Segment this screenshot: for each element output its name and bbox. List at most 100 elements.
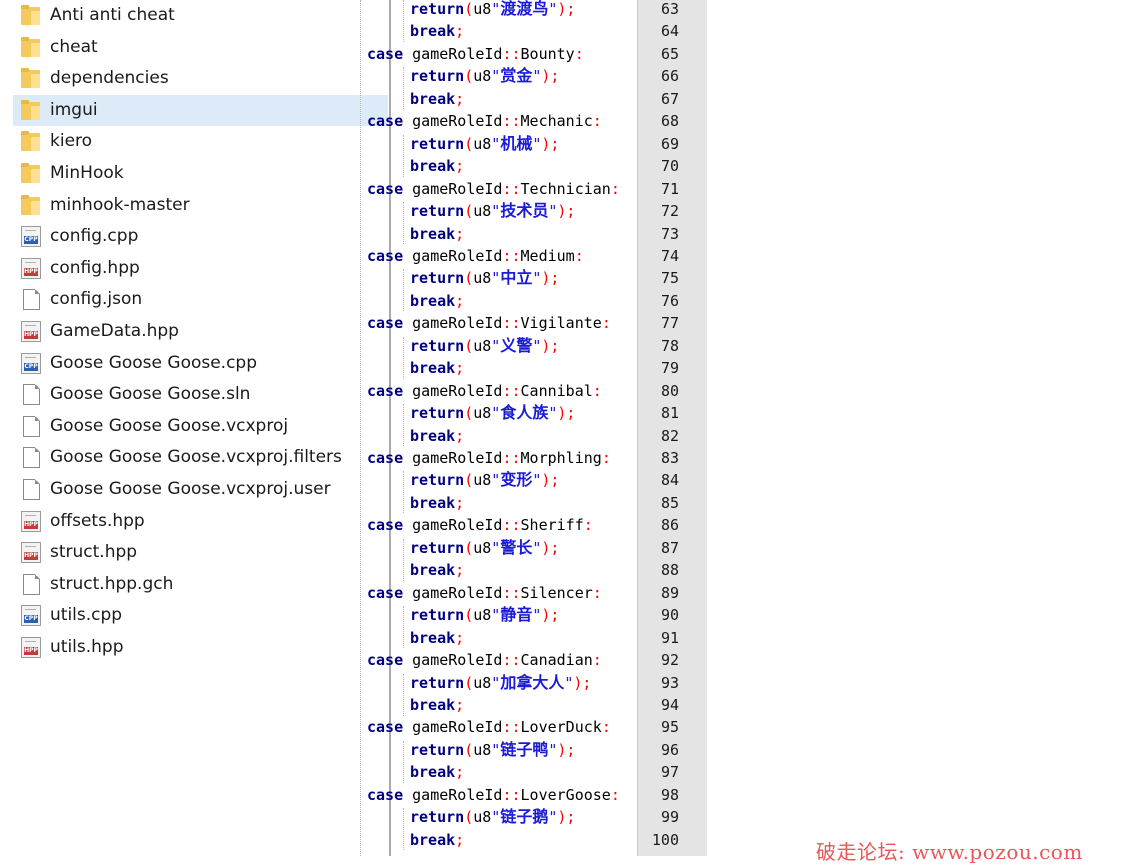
file-item[interactable]: Anti anti cheat: [13, 0, 388, 31]
keyword: break: [410, 696, 456, 714]
code-line: break;: [410, 761, 464, 783]
identifier: Mechanic: [520, 112, 593, 130]
file-name: Goose Goose Goose.vcxproj.user: [50, 479, 331, 499]
file-name: MinHook: [50, 163, 124, 183]
identifier: gameRoleId: [412, 584, 503, 602]
hpp-file-icon: HPP: [21, 511, 41, 532]
file-item[interactable]: cheat: [13, 32, 388, 63]
line-number: 84: [660, 471, 679, 489]
identifier: u8: [473, 67, 492, 85]
code-line: break;: [410, 559, 464, 581]
operator: ;: [455, 494, 465, 512]
file-item[interactable]: CPP config.cpp: [13, 221, 388, 252]
folder-icon: [21, 195, 41, 217]
file-item[interactable]: dependencies: [13, 63, 388, 94]
folder-icon: [21, 5, 41, 27]
file-name: GameData.hpp: [50, 321, 179, 341]
file-item[interactable]: config.json: [13, 284, 388, 315]
string-literal: 赏金: [500, 66, 533, 85]
operator: ;: [455, 359, 465, 377]
file-item[interactable]: kiero: [13, 126, 388, 157]
indent-guide: [403, 337, 404, 379]
file-item[interactable]: HPP config.hpp: [13, 253, 388, 284]
line-number: 73: [660, 225, 679, 243]
line-number: 72: [660, 202, 679, 220]
string-quote: ": [491, 471, 501, 489]
folder-icon: [21, 131, 41, 153]
file-item[interactable]: minhook-master: [13, 190, 388, 221]
identifier: gameRoleId: [412, 786, 503, 804]
identifier: u8: [473, 404, 492, 422]
string-quote: ": [548, 202, 558, 220]
code-line: break;: [410, 829, 464, 851]
indent-guide: [403, 471, 404, 513]
operator: (: [464, 135, 474, 153]
identifier: Morphling: [520, 449, 602, 467]
line-number-gutter: 63 64 65 66 67 68 69 70 71 72 73 74 75 76 77 78 79 80 81 82…: [637, 0, 707, 856]
string-literal: 链子鸭: [500, 740, 549, 759]
code-line: case gameRoleId::Cannibal:: [367, 380, 602, 402]
file-item[interactable]: struct.hpp.gch: [13, 569, 388, 600]
operator: :: [601, 449, 611, 467]
line-number: 90: [660, 606, 679, 624]
line-number: 87: [660, 539, 679, 557]
file-type-tag: HPP: [24, 552, 38, 560]
code-line: return(u8"赏金");: [410, 65, 559, 87]
hpp-file-icon: HPP: [21, 258, 41, 279]
file-item[interactable]: imgui: [13, 95, 388, 126]
line-number: 63: [660, 0, 679, 18]
operator: ;: [550, 606, 560, 624]
file-item[interactable]: CPP Goose Goose Goose.cpp: [13, 348, 388, 379]
string-literal: 技术员: [500, 201, 549, 220]
operator: :: [592, 651, 602, 669]
operator: :: [601, 718, 611, 736]
document-icon: [23, 289, 40, 310]
line-number: 89: [660, 584, 679, 602]
keyword: case: [367, 786, 404, 804]
folder-icon: [21, 163, 41, 185]
operator: ::: [502, 180, 521, 198]
string-quote: ": [491, 606, 501, 624]
file-item[interactable]: HPP struct.hpp: [13, 537, 388, 568]
keyword: return: [410, 269, 465, 287]
keyword: return: [410, 404, 465, 422]
file-item[interactable]: Goose Goose Goose.sln: [13, 379, 388, 410]
file-item[interactable]: HPP utils.hpp: [13, 632, 388, 663]
file-name: utils.cpp: [50, 605, 123, 625]
identifier: u8: [473, 674, 492, 692]
keyword: break: [410, 90, 456, 108]
file-name: Goose Goose Goose.vcxproj: [50, 416, 289, 436]
code-line: case gameRoleId::LoverDuck:: [367, 716, 611, 738]
operator: (: [464, 741, 474, 759]
file-item[interactable]: Goose Goose Goose.vcxproj: [13, 411, 388, 442]
identifier: u8: [473, 741, 492, 759]
string-literal: 义警: [500, 336, 533, 355]
hpp-file-icon: HPP: [21, 542, 41, 563]
operator: ;: [550, 471, 560, 489]
file-name: dependencies: [50, 68, 169, 88]
file-item[interactable]: HPP GameData.hpp: [13, 316, 388, 347]
line-number: 88: [660, 561, 679, 579]
string-literal: 中立: [500, 268, 533, 287]
operator: ::: [502, 449, 521, 467]
string-quote: ": [491, 0, 501, 18]
string-literal: 静音: [500, 605, 533, 624]
operator: ;: [455, 292, 465, 310]
indent-guide: [403, 741, 404, 783]
string-literal: 机械: [500, 134, 533, 153]
file-item[interactable]: CPP utils.cpp: [13, 600, 388, 631]
document-icon: [23, 416, 40, 437]
file-item[interactable]: MinHook: [13, 158, 388, 189]
operator: :: [592, 382, 602, 400]
code-line: case gameRoleId::Bounty:: [367, 43, 584, 65]
indent-guide: [403, 269, 404, 311]
line-number: 77: [660, 314, 679, 332]
file-item[interactable]: Goose Goose Goose.vcxproj.filters: [13, 442, 388, 473]
file-item[interactable]: HPP offsets.hpp: [13, 506, 388, 537]
file-name: config.cpp: [50, 226, 139, 246]
code-line: break;: [410, 155, 464, 177]
indent-guide: [403, 67, 404, 109]
code-line: break;: [410, 425, 464, 447]
keyword: break: [410, 359, 456, 377]
file-item[interactable]: Goose Goose Goose.vcxproj.user: [13, 474, 388, 505]
